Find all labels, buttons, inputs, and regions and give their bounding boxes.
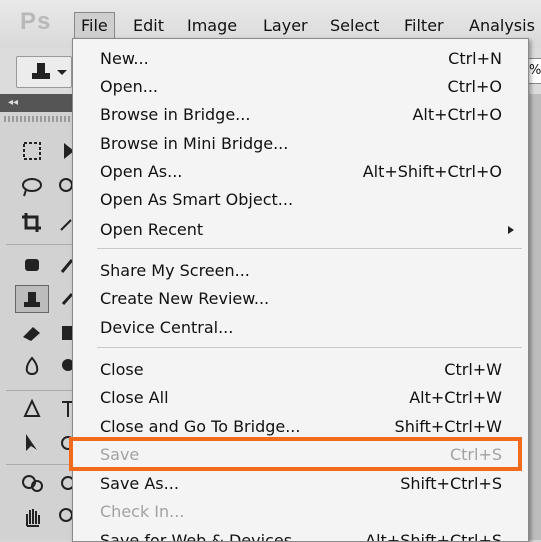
eraser-tool-icon[interactable] <box>16 320 48 346</box>
menu-item-close[interactable]: Close Ctrl+W <box>73 356 528 384</box>
menu-item-label: Open... <box>100 77 158 96</box>
photoshop-logo: Ps <box>20 8 52 35</box>
menu-file[interactable]: File <box>74 12 115 40</box>
tool-preset-picker[interactable] <box>16 56 72 88</box>
tools-separator <box>6 244 78 245</box>
menu-item-open-recent[interactable]: Open Recent <box>73 216 528 244</box>
3d-rotate-tool-icon[interactable] <box>16 470 48 496</box>
menu-item-label: Share My Screen... <box>100 261 250 280</box>
save-highlight-box <box>69 437 522 471</box>
menu-image[interactable]: Image <box>187 16 237 36</box>
lasso-tool-icon[interactable] <box>16 174 48 200</box>
menu-item-label: Open As... <box>100 162 183 181</box>
tools-panel-grip[interactable] <box>4 116 80 122</box>
menu-item-label: Create New Review... <box>100 289 270 308</box>
menu-select[interactable]: Select <box>330 16 379 36</box>
menu-item-shortcut: Ctrl+O <box>447 77 502 96</box>
menu-analysis[interactable]: Analysis <box>469 16 535 36</box>
submenu-arrow-icon <box>508 226 514 234</box>
path-selection-tool-icon[interactable] <box>16 430 48 456</box>
menu-item-share-my-screen[interactable]: Share My Screen... <box>73 257 528 285</box>
menu-item-shortcut: Alt+Ctrl+W <box>409 388 502 407</box>
menu-item-shortcut: Shift+Ctrl+S <box>400 474 502 493</box>
menu-item-close-all[interactable]: Close All Alt+Ctrl+W <box>73 384 528 412</box>
menu-item-device-central[interactable]: Device Central... <box>73 314 528 342</box>
clone-stamp-tool-icon[interactable] <box>15 285 49 313</box>
hand-tool-icon[interactable] <box>16 504 48 530</box>
menu-item-new[interactable]: New... Ctrl+N <box>73 45 528 73</box>
menu-divider <box>97 248 522 249</box>
marquee-tool-icon[interactable] <box>16 138 48 164</box>
menu-item-label: Open As Smart Object... <box>100 190 294 209</box>
menu-item-shortcut: Ctrl+W <box>444 360 502 379</box>
menu-item-label: Browse in Mini Bridge... <box>100 134 289 153</box>
menu-item-create-new-review[interactable]: Create New Review... <box>73 285 528 313</box>
menu-item-shortcut: Alt+Shift+Ctrl+O <box>362 162 502 181</box>
menu-layer[interactable]: Layer <box>263 16 308 36</box>
tools-separator <box>6 464 78 465</box>
menu-item-label: New... <box>100 49 149 68</box>
menu-item-open-as-smart-object[interactable]: Open As Smart Object... <box>73 186 528 214</box>
blur-tool-icon[interactable] <box>16 354 48 380</box>
menu-item-open[interactable]: Open... Ctrl+O <box>73 73 528 101</box>
menu-item-check-in[interactable]: Check In... <box>73 498 528 526</box>
menu-item-browse-in-mini-bridge[interactable]: Browse in Mini Bridge... <box>73 130 528 158</box>
menu-divider <box>97 347 522 348</box>
tools-separator <box>6 390 78 391</box>
clone-stamp-icon <box>32 63 67 79</box>
menu-item-label: Open Recent <box>100 220 204 239</box>
crop-tool-icon[interactable] <box>16 210 48 236</box>
menu-edit[interactable]: Edit <box>133 16 164 36</box>
menu-item-shortcut: Ctrl+N <box>448 49 502 68</box>
pen-tool-icon[interactable] <box>16 396 48 422</box>
menu-item-shortcut: Alt+Ctrl+O <box>412 105 502 124</box>
menu-item-browse-in-bridge[interactable]: Browse in Bridge... Alt+Ctrl+O <box>73 101 528 129</box>
menu-item-label: Check In... <box>100 502 185 521</box>
menu-item-open-as[interactable]: Open As... Alt+Shift+Ctrl+O <box>73 158 528 186</box>
menu-item-label: Close All <box>100 388 169 407</box>
menu-item-save-as[interactable]: Save As... Shift+Ctrl+S <box>73 470 528 498</box>
spot-healing-tool-icon[interactable] <box>16 252 48 278</box>
menu-item-label: Close <box>100 360 144 379</box>
menu-filter[interactable]: Filter <box>404 16 444 36</box>
menu-item-label: Save As... <box>100 474 179 493</box>
menu-item-label: Device Central... <box>100 318 234 337</box>
menu-item-label: Browse in Bridge... <box>100 105 251 124</box>
